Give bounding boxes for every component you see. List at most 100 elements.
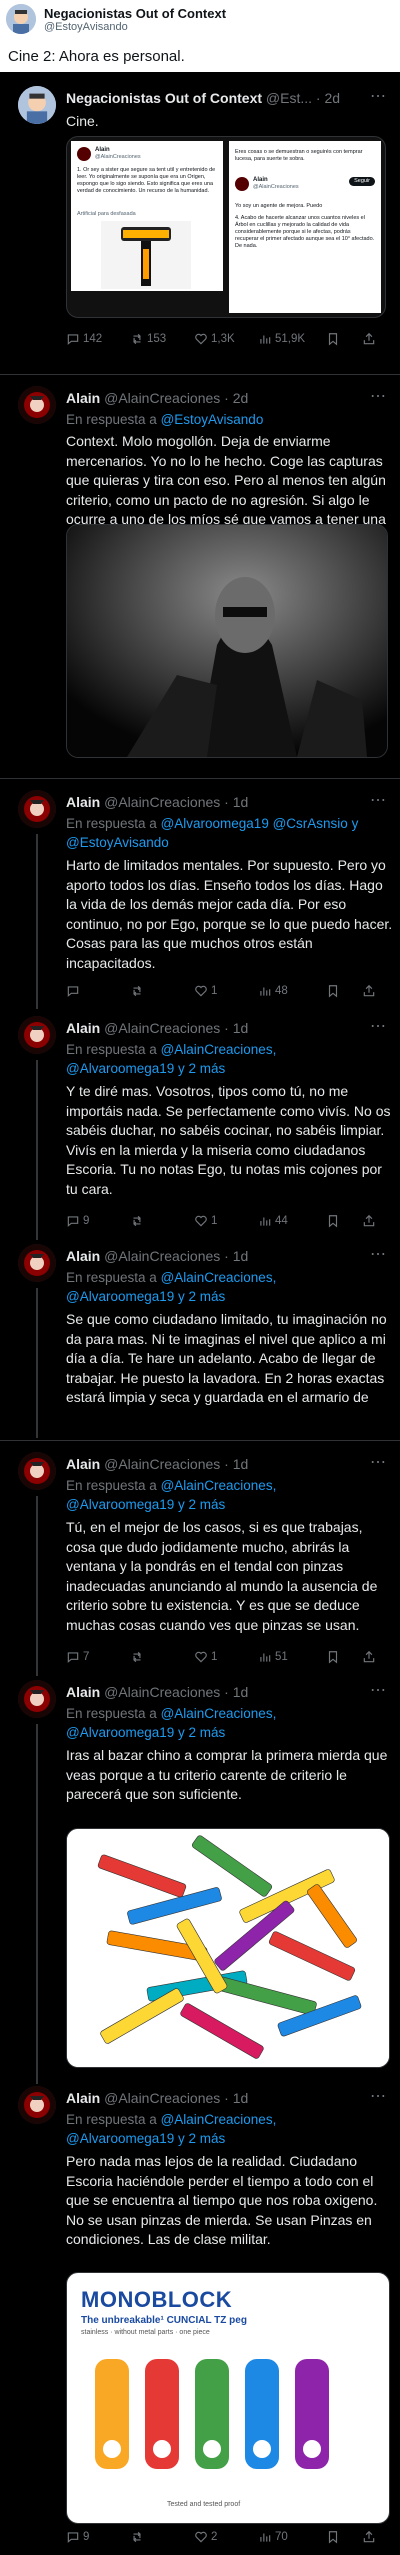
bookmark-button[interactable] (326, 1214, 340, 1228)
reply-post[interactable]: Alain @AlainCreaciones · 1d ⋯ En respues… (8, 1678, 392, 2084)
post-time[interactable]: · 2d (224, 390, 248, 406)
author-name[interactable]: Alain (66, 794, 100, 810)
mention-link[interactable]: @Alvaroomega19 (66, 2131, 174, 2146)
avatar[interactable] (18, 1244, 56, 1282)
post-image[interactable]: MONOBLOCK The unbreakable¹ CUNCIAL TZ pe… (66, 2272, 390, 2524)
author-name[interactable]: Alain (66, 1456, 100, 1472)
more-icon[interactable]: ⋯ (370, 1016, 386, 1036)
more-mentions-link[interactable]: y 2 más (174, 1725, 225, 1740)
post-time[interactable]: · 1d (224, 794, 248, 810)
bookmark-button[interactable] (326, 1650, 340, 1664)
like-button[interactable]: 2 (194, 2530, 217, 2544)
reply-button[interactable]: 7 (66, 1650, 89, 1664)
reply-post[interactable]: Alain @AlainCreaciones · 2d ⋯ En respues… (8, 384, 392, 766)
reply-post[interactable]: Alain @AlainCreaciones · 1d ⋯ En respues… (8, 788, 392, 1009)
more-icon[interactable]: ⋯ (370, 1680, 386, 1700)
author-name[interactable]: Alain (66, 1684, 100, 1700)
quoted-post[interactable]: Negacionistas Out of Context @Est... · 2… (8, 82, 392, 362)
like-button[interactable]: 1 (194, 1650, 217, 1664)
post-time[interactable]: · 1d (224, 1020, 248, 1036)
more-icon[interactable]: ⋯ (370, 2086, 386, 2106)
reply-post[interactable]: Alain @AlainCreaciones · 1d ⋯ En respues… (8, 2084, 392, 2544)
avatar[interactable] (18, 790, 56, 828)
like-button[interactable]: 1,3K (194, 332, 235, 346)
mention-link[interactable]: @AlainCreaciones, (161, 1706, 277, 1721)
share-button[interactable] (362, 984, 376, 998)
author-handle[interactable]: @AlainCreaciones (104, 1456, 220, 1472)
author-handle[interactable]: @AlainCreaciones (104, 794, 220, 810)
avatar[interactable] (18, 1680, 56, 1718)
avatar[interactable] (18, 86, 56, 124)
more-mentions-link[interactable]: y 2 más (174, 2131, 225, 2146)
retweet-button[interactable] (130, 1650, 147, 1664)
retweet-button[interactable]: 153 (130, 332, 166, 346)
author-name[interactable]: Negacionistas Out of Context (44, 6, 226, 21)
avatar[interactable] (18, 1016, 56, 1054)
reply-post[interactable]: Alain @AlainCreaciones · 1d ⋯ En respues… (8, 1014, 392, 1240)
avatar[interactable] (18, 386, 56, 424)
author-name[interactable]: Alain (66, 1020, 100, 1036)
share-button[interactable] (362, 1650, 376, 1664)
reply-post[interactable]: Alain @AlainCreaciones · 1d ⋯ En respues… (8, 1450, 392, 1676)
bookmark-button[interactable] (326, 2530, 340, 2544)
bookmark-button[interactable] (326, 332, 340, 346)
share-button[interactable] (362, 2530, 376, 2544)
more-icon[interactable]: ⋯ (370, 790, 386, 810)
author-handle[interactable]: @AlainCreaciones (104, 1684, 220, 1700)
avatar[interactable] (18, 1452, 56, 1490)
reply-button[interactable]: 9 (66, 2530, 89, 2544)
post-time[interactable]: · 1d (224, 1248, 248, 1264)
reply-button[interactable]: 9 (66, 1214, 89, 1228)
mention-link[interactable]: @AlainCreaciones, (161, 1042, 277, 1057)
reply-button[interactable] (66, 984, 83, 998)
author-name[interactable]: Alain (66, 2090, 100, 2106)
author-handle[interactable]: @Est... (266, 90, 312, 106)
mention-link[interactable]: @Alvaroomega19 (161, 816, 269, 831)
bookmark-button[interactable] (326, 984, 340, 998)
avatar[interactable] (18, 2086, 56, 2124)
post-image[interactable] (66, 1828, 390, 2068)
more-icon[interactable]: ⋯ (370, 386, 386, 406)
post-time[interactable]: · 1d (224, 1456, 248, 1472)
post-time[interactable]: · 2d (316, 90, 340, 106)
views-button[interactable]: 70 (258, 2530, 288, 2544)
views-button[interactable]: 48 (258, 984, 288, 998)
more-mentions-link[interactable]: y 2 más (174, 1289, 225, 1304)
views-button[interactable]: 51,9K (258, 332, 305, 346)
author-name[interactable]: Alain (66, 390, 100, 406)
mention-link[interactable]: @Alvaroomega19 (66, 1061, 174, 1076)
views-button[interactable]: 51 (258, 1650, 288, 1664)
post-image[interactable] (66, 524, 388, 758)
mention-link[interactable]: @Alvaroomega19 (66, 1289, 174, 1304)
post-media[interactable]: Alain @AlainCreaciones 1. Or sey a siste… (66, 136, 386, 318)
author-handle[interactable]: @AlainCreaciones (104, 2090, 220, 2106)
like-button[interactable]: 1 (194, 984, 217, 998)
more-icon[interactable]: ⋯ (370, 1244, 386, 1264)
mention-link[interactable]: @AlainCreaciones, (161, 1478, 277, 1493)
avatar[interactable] (6, 4, 36, 34)
like-button[interactable]: 1 (194, 1214, 217, 1228)
author-name[interactable]: Negacionistas Out of Context (66, 90, 262, 106)
mention-link[interactable]: @AlainCreaciones, (161, 2112, 277, 2127)
mention-link[interactable]: @EstoyAvisando (161, 412, 264, 427)
author-handle[interactable]: @AlainCreaciones (104, 1248, 220, 1264)
views-button[interactable]: 44 (258, 1214, 288, 1228)
retweet-button[interactable] (130, 984, 147, 998)
author-handle[interactable]: @AlainCreaciones (104, 1020, 220, 1036)
share-button[interactable] (362, 332, 376, 346)
share-button[interactable] (362, 1214, 376, 1228)
post-time[interactable]: · 1d (224, 2090, 248, 2106)
more-mentions-link[interactable]: y 2 más (174, 1061, 225, 1076)
author-name[interactable]: Alain (66, 1248, 100, 1264)
post-time[interactable]: · 1d (224, 1684, 248, 1700)
more-icon[interactable]: ⋯ (370, 86, 386, 106)
retweet-button[interactable] (130, 2530, 147, 2544)
reply-post[interactable]: Alain @AlainCreaciones · 1d ⋯ En respues… (8, 1242, 392, 1438)
mention-link[interactable]: @AlainCreaciones, (161, 1270, 277, 1285)
reply-button[interactable]: 142 (66, 332, 102, 346)
author-handle[interactable]: @AlainCreaciones (104, 390, 220, 406)
more-mentions-link[interactable]: y 2 más (174, 1497, 225, 1512)
retweet-button[interactable] (130, 1214, 147, 1228)
author-handle[interactable]: @EstoyAvisando (44, 21, 128, 33)
mention-link[interactable]: @Alvaroomega19 (66, 1725, 174, 1740)
